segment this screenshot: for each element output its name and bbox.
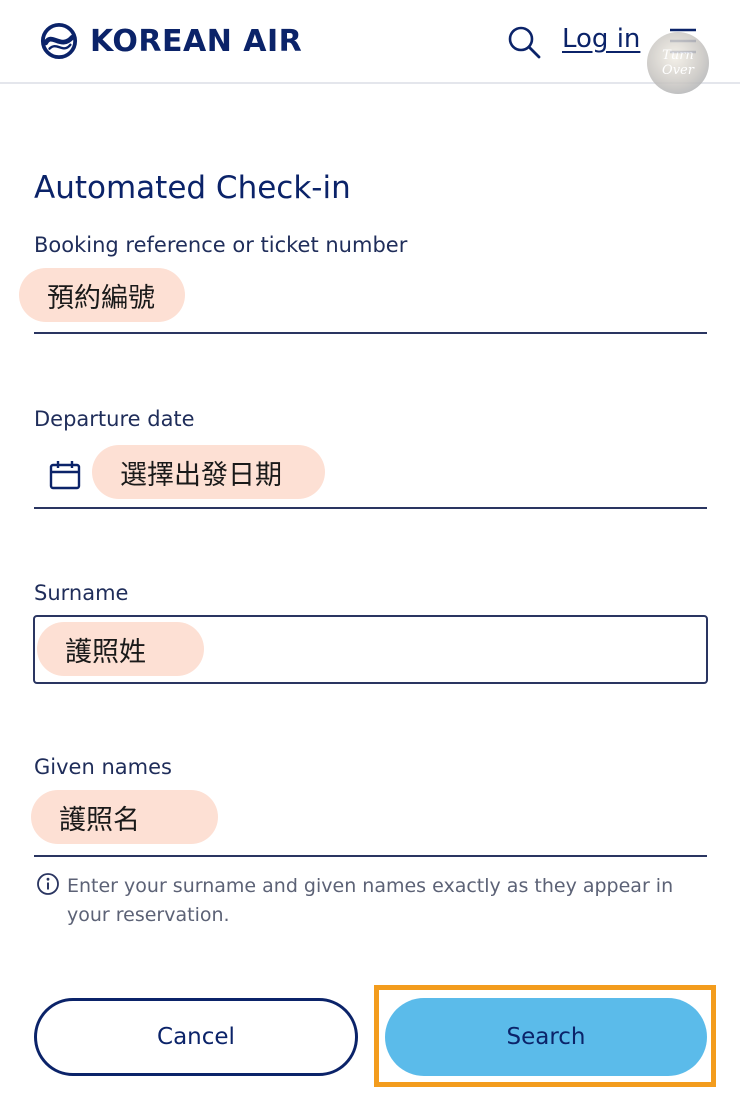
korean-air-logo-icon	[40, 22, 78, 60]
given-names-label: Given names	[34, 755, 172, 779]
watermark-line1: Turn	[662, 48, 694, 63]
login-link[interactable]: Log in	[562, 24, 640, 54]
page-title: Automated Check-in	[34, 170, 351, 206]
surname-label: Surname	[34, 581, 129, 605]
given-names-input-underline	[34, 855, 707, 857]
brand-logo[interactable]: KOREAN AIR	[40, 22, 302, 60]
departure-label: Departure date	[34, 407, 195, 431]
calendar-icon[interactable]	[48, 458, 82, 492]
search-icon[interactable]	[506, 24, 542, 60]
booking-input-underline	[34, 332, 707, 334]
surname-input-value[interactable]: 護照姓	[37, 622, 204, 676]
watermark-badge: Turn Over	[647, 32, 709, 94]
given-names-input-value[interactable]: 護照名	[31, 790, 218, 844]
site-header: KOREAN AIR Log in Turn Over	[0, 0, 740, 94]
watermark-line2: Over	[662, 63, 694, 78]
search-button[interactable]: Search	[385, 998, 707, 1076]
booking-input-value[interactable]: 預約編號	[19, 268, 185, 322]
brand-name: KOREAN AIR	[90, 23, 303, 59]
booking-label: Booking reference or ticket number	[34, 233, 408, 257]
info-icon	[37, 873, 59, 895]
cancel-button[interactable]: Cancel	[34, 998, 358, 1076]
helper-text: Enter your surname and given names exact…	[67, 875, 674, 926]
departure-date-value[interactable]: 選擇出發日期	[92, 445, 325, 499]
departure-input-underline	[34, 507, 707, 509]
